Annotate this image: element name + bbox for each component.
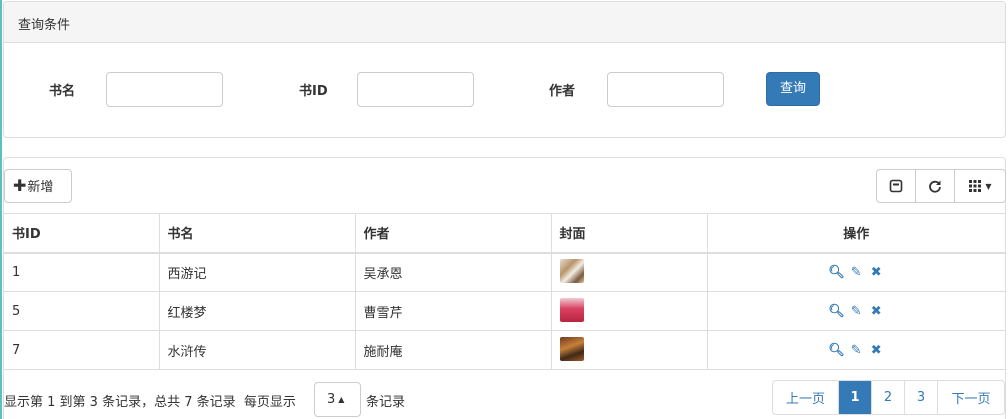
cover-thumbnail[interactable] (559, 259, 584, 284)
refresh-icon (929, 180, 941, 193)
cell-name: 红楼梦 (158, 291, 356, 331)
cell-cover (550, 330, 708, 370)
view-icon[interactable]: 🔍︎ (828, 265, 845, 280)
author-label: 作者 (549, 84, 576, 99)
page-size-dropdown[interactable]: 3 ▲ (314, 382, 361, 417)
cell-actions: 🔍︎ ✎ ✖ (706, 252, 1005, 292)
table-header-row: 书ID 书名 作者 封面 操作 (4, 213, 1005, 254)
book-id-label: 书ID (299, 84, 328, 99)
toggle-view-button[interactable] (877, 170, 916, 202)
prev-page-button[interactable]: 上一页 (773, 381, 839, 414)
page-size-suffix: 条记录 (366, 395, 406, 410)
page-1-button[interactable]: 1 (839, 381, 872, 414)
query-panel-heading: 查询条件 (4, 2, 1005, 43)
edit-icon[interactable]: ✎ (848, 265, 864, 280)
plus-icon: ✚ (13, 176, 27, 195)
cover-thumbnail[interactable] (559, 337, 584, 361)
cell-cover (550, 291, 708, 331)
column-header-cover[interactable]: 封面 (550, 213, 708, 254)
table-row[interactable]: 7 水浒传 施耐庵 🔍︎ ✎ ✖ (4, 330, 1005, 370)
toggle-view-icon (889, 179, 903, 193)
columns-button[interactable]: ▼ (955, 170, 1005, 202)
refresh-button[interactable] (916, 170, 955, 202)
cell-cover (550, 252, 708, 292)
query-panel: 查询条件 (3, 1, 1006, 138)
cell-actions: 🔍︎ ✎ ✖ (706, 291, 1005, 331)
cell-actions: 🔍︎ ✎ ✖ (706, 330, 1005, 370)
view-icon[interactable]: 🔍︎ (828, 343, 845, 358)
table-tools: ▼ (876, 169, 1006, 203)
add-button[interactable]: ✚新增 (4, 169, 72, 203)
delete-icon[interactable]: ✖ (868, 304, 884, 319)
next-page-button[interactable]: 下一页 (938, 381, 1004, 414)
table-row[interactable]: 5 红楼梦 曹雪芹 🔍︎ ✎ ✖ (4, 291, 1005, 331)
book-name-label: 书名 (49, 84, 76, 99)
edit-icon[interactable]: ✎ (848, 304, 864, 319)
author-input[interactable] (607, 72, 724, 107)
search-button[interactable]: 查询 (766, 72, 820, 106)
columns-icon (969, 180, 982, 192)
page-3-button[interactable]: 3 (905, 381, 938, 414)
cell-name: 水浒传 (158, 330, 356, 370)
page-2-button[interactable]: 2 (872, 381, 905, 414)
caret-up-icon: ▲ (338, 395, 345, 404)
column-header-id[interactable]: 书ID (4, 213, 160, 254)
book-name-input[interactable] (106, 72, 223, 107)
cell-id: 7 (4, 330, 160, 370)
column-header-actions: 操作 (706, 213, 1005, 254)
pagination-info-text: 显示第 1 到第 3 条记录，总共 7 条记录 (4, 395, 236, 410)
book-id-input[interactable] (357, 72, 474, 107)
pagination-info: 显示第 1 到第 3 条记录，总共 7 条记录 每页显示 (4, 391, 296, 410)
column-header-author[interactable]: 作者 (354, 213, 552, 254)
edit-icon[interactable]: ✎ (848, 343, 864, 358)
delete-icon[interactable]: ✖ (868, 343, 884, 358)
book-table: 书ID 书名 作者 封面 操作 1 西游记 吴承恩 🔍︎ ✎ ✖ 5 红楼梦 曹雪芹 (4, 213, 1005, 370)
cover-thumbnail[interactable] (559, 298, 584, 322)
add-button-label: 新增 (27, 180, 54, 195)
cell-author: 曹雪芹 (354, 291, 552, 331)
delete-icon[interactable]: ✖ (868, 265, 884, 280)
cell-author: 吴承恩 (354, 252, 552, 292)
page-size-prefix: 每页显示 (243, 395, 296, 410)
chevron-down-icon: ▼ (985, 181, 992, 191)
pagination: 上一页 1 2 3 下一页 (772, 380, 1005, 415)
cell-id: 5 (4, 291, 160, 331)
cell-id: 1 (4, 252, 160, 292)
page-size-value: 3 (327, 392, 336, 407)
table-row[interactable]: 1 西游记 吴承恩 🔍︎ ✎ ✖ (4, 252, 1005, 292)
cell-name: 西游记 (158, 252, 356, 292)
column-header-name[interactable]: 书名 (158, 213, 356, 254)
view-icon[interactable]: 🔍︎ (828, 304, 845, 319)
cell-author: 施耐庵 (354, 330, 552, 370)
window-left-edge (0, 0, 2, 419)
